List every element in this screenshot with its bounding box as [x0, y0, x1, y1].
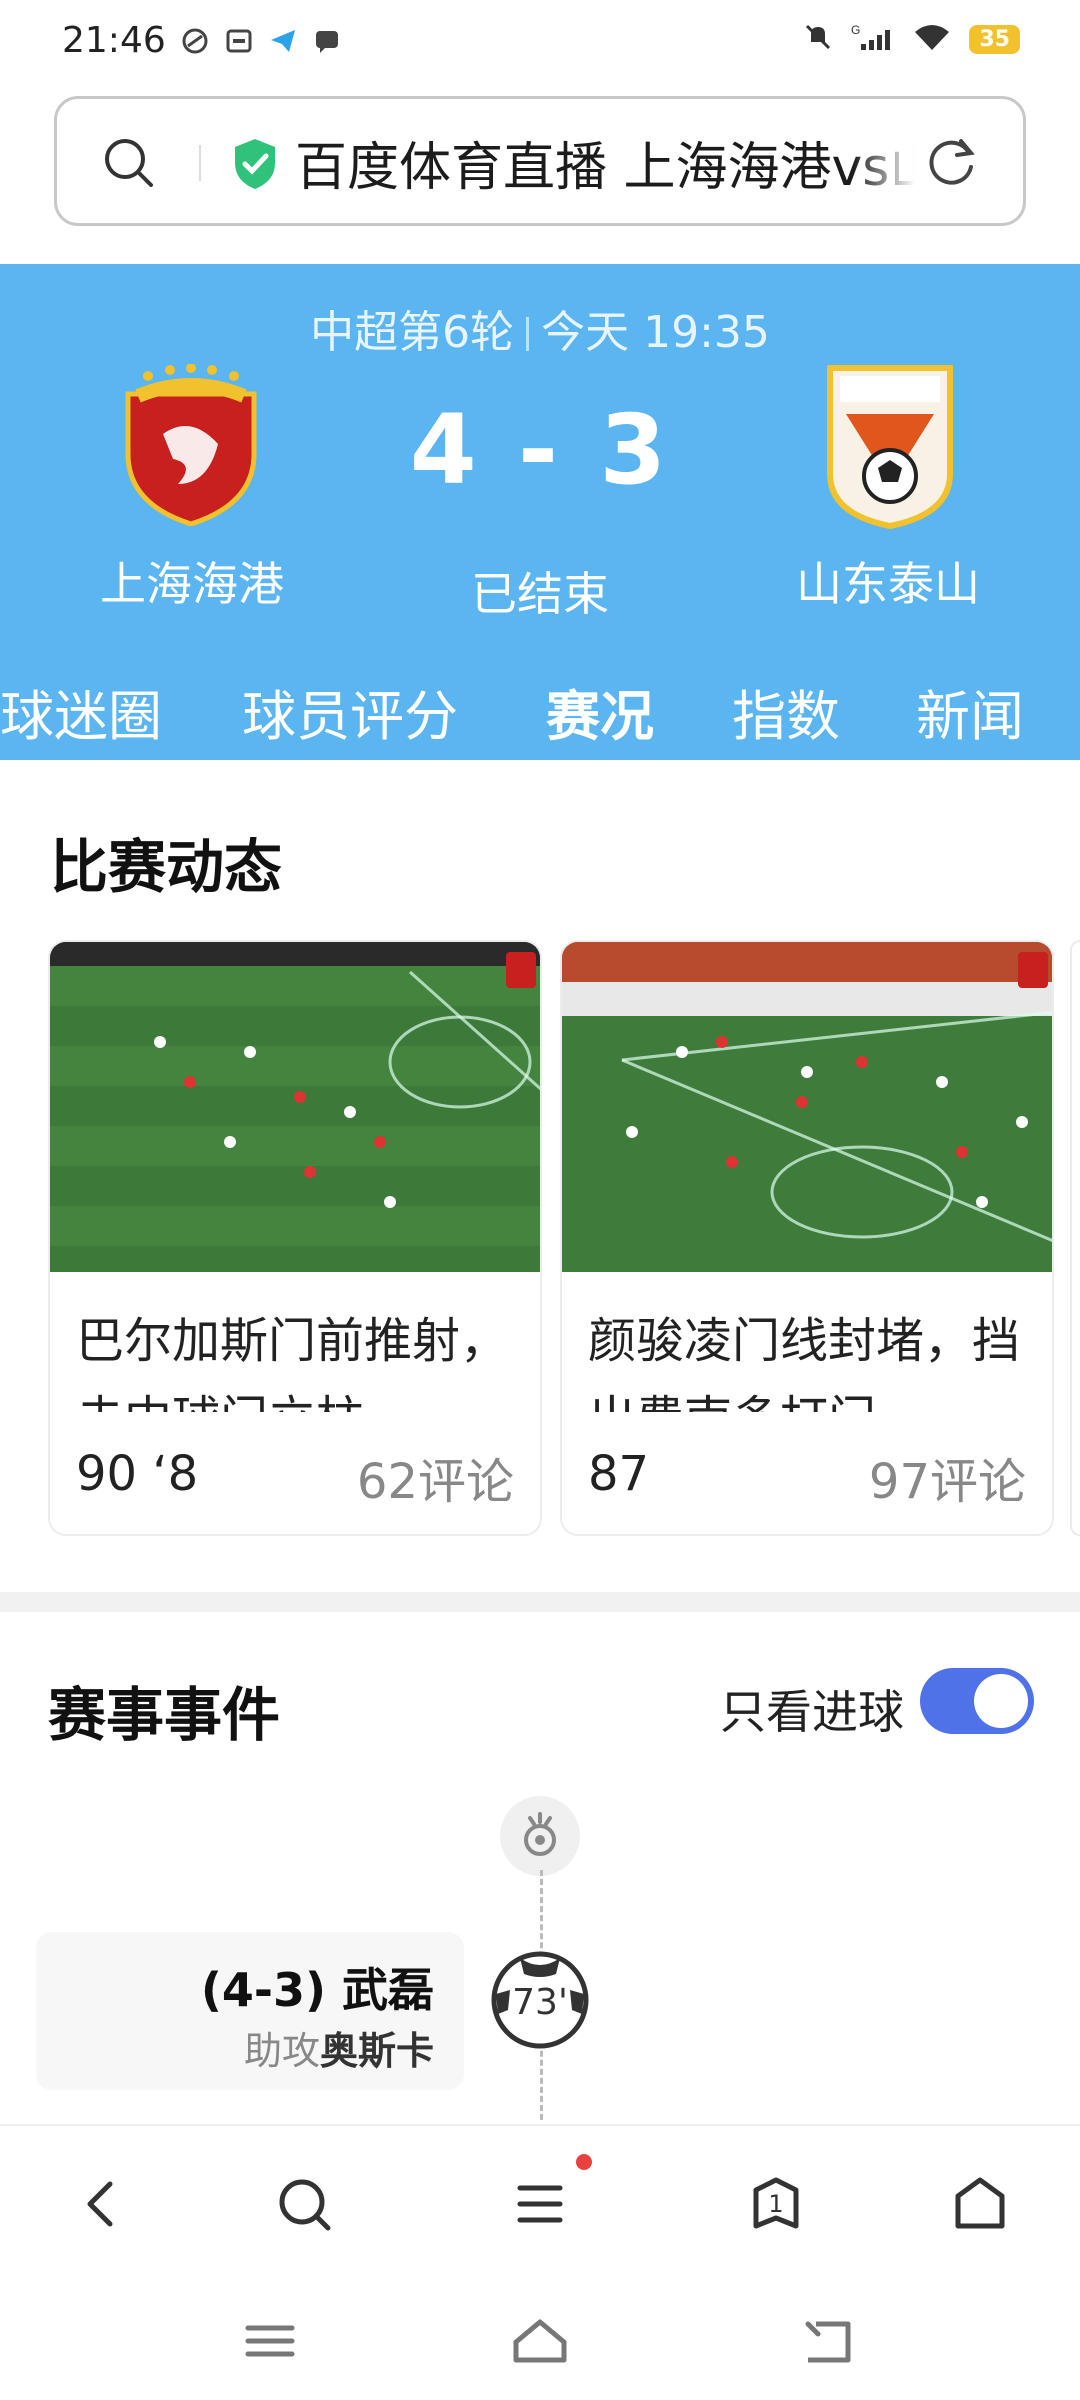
- goal-event-scorer: (4-3) 武磊: [200, 1963, 434, 2017]
- match-header: 中超第6轮 今天 19:35 上海海港 4 - 3 已结束 山东泰山 球迷圈 球员…: [0, 264, 1080, 760]
- system-back-icon[interactable]: [798, 2316, 858, 2366]
- address-divider: [199, 145, 201, 181]
- section-divider: [0, 1592, 1080, 1612]
- tab-odds[interactable]: 指数: [732, 672, 840, 751]
- telegram-notification-icon: [268, 26, 298, 56]
- away-team-name[interactable]: 山东泰山: [738, 548, 1038, 614]
- highlight-card[interactable]: 巴尔加斯门前推射，击中球门立柱 90 ‘8 62评论: [48, 940, 542, 1536]
- network-type: G: [851, 23, 860, 37]
- menu-icon[interactable]: [510, 2174, 570, 2234]
- match-time: 今天 19:35: [541, 307, 770, 358]
- browser-bottom-nav: 1: [0, 2124, 1080, 2276]
- home-team-name[interactable]: 上海海港: [42, 548, 342, 614]
- match-round: 中超第6轮: [310, 307, 515, 358]
- app-notification-icon: [180, 26, 210, 56]
- match-score: 4 - 3: [409, 394, 671, 506]
- whistle-icon: [500, 1796, 580, 1876]
- highlight-card[interactable]: 颜骏凌门线封堵，挡出费南多打门 87 97评论: [560, 940, 1054, 1536]
- highlight-video-thumbnail[interactable]: [50, 942, 540, 1272]
- tabs-count-icon[interactable]: 1: [746, 2174, 806, 2234]
- only-goals-label: 只看进球: [720, 1685, 904, 1739]
- events-title: 赛事事件: [48, 1681, 281, 1749]
- address-text[interactable]: 百度体育直播 上海海港vs山东泰山: [295, 125, 915, 200]
- tab-fan-circle[interactable]: 球迷圈: [0, 672, 162, 751]
- wifi-icon: [913, 22, 951, 56]
- goal-event-card[interactable]: (4-3) 武磊 助攻奥斯卡: [36, 1932, 464, 2090]
- svg-text:1: 1: [768, 2190, 783, 2218]
- home-team-logo[interactable]: [118, 363, 264, 527]
- highlight-description[interactable]: 颜骏凌门线封堵，挡出费南多打门: [588, 1302, 1028, 1412]
- menu-notification-dot: [576, 2154, 592, 2170]
- home-icon[interactable]: [510, 2316, 570, 2366]
- highlight-video-thumbnail[interactable]: [562, 942, 1052, 1272]
- back-icon[interactable]: [72, 2174, 132, 2234]
- recent-apps-icon[interactable]: [240, 2316, 300, 2366]
- highlight-description[interactable]: 巴尔加斯门前推射，击中球门立柱: [76, 1302, 516, 1412]
- battery-indicator: 35: [969, 24, 1020, 54]
- status-time: 21:46: [62, 20, 166, 61]
- toggle-knob: [974, 1674, 1028, 1728]
- highlight-comments[interactable]: 62评论: [357, 1442, 514, 1512]
- match-meta: 中超第6轮 今天 19:35: [0, 296, 1080, 360]
- home-nav-icon[interactable]: [950, 2174, 1010, 2234]
- address-bar[interactable]: 百度体育直播 上海海港vs山东泰山: [54, 96, 1026, 226]
- status-right-icons: G 35: [803, 22, 1020, 56]
- event-minute: 73': [512, 1982, 568, 2023]
- goal-event-assist: 助攻奥斯卡: [244, 2020, 434, 2075]
- message-notification-icon: [312, 26, 342, 56]
- tab-news[interactable]: 新闻: [916, 672, 1024, 751]
- inbox-notification-icon: [224, 26, 254, 56]
- match-tabs: 球迷圈 球员评分 赛况 指数 新闻: [0, 672, 1080, 760]
- search-icon[interactable]: [101, 135, 157, 195]
- highlight-views: 90 ‘8: [76, 1446, 199, 1502]
- match-status: 已结束: [471, 567, 609, 621]
- event-minute-ball-icon: 73': [490, 1950, 590, 2050]
- search-nav-icon[interactable]: [274, 2174, 334, 2234]
- signal-icon: G: [851, 22, 895, 56]
- security-shield-icon: [231, 137, 279, 195]
- system-nav-bar: [0, 2276, 1080, 2400]
- reload-icon[interactable]: [923, 133, 981, 195]
- next-highlight-card-peek[interactable]: [1070, 940, 1080, 1536]
- status-notification-icons: [180, 26, 342, 56]
- away-team-logo[interactable]: [826, 364, 954, 530]
- highlight-views: 87: [588, 1446, 650, 1502]
- assist-prefix: 助攻: [243, 2029, 320, 2073]
- meta-separator: [526, 317, 530, 351]
- highlight-comments[interactable]: 97评论: [869, 1442, 1026, 1512]
- assist-player: 奥斯卡: [319, 2029, 434, 2073]
- status-bar: 21:46 G 35: [0, 0, 1080, 86]
- only-goals-toggle[interactable]: [920, 1668, 1034, 1734]
- tab-player-ratings[interactable]: 球员评分: [242, 672, 458, 751]
- tab-match-status[interactable]: 赛况: [546, 672, 654, 751]
- mute-icon: [803, 22, 833, 56]
- highlights-title: 比赛动态: [50, 833, 283, 901]
